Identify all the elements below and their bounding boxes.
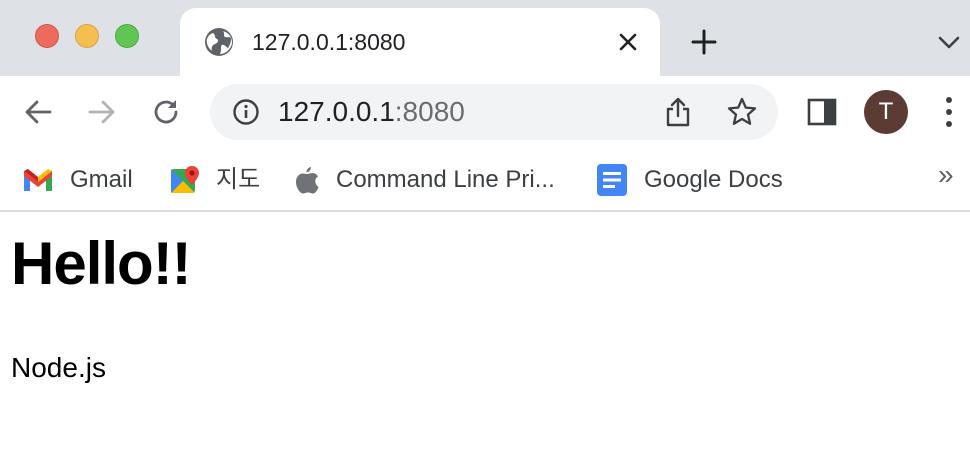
bookmarks-bar: Gmail 지도 Command Line Pri... Google Docs… xyxy=(0,148,970,212)
apple-icon xyxy=(296,167,319,194)
more-menu-icon[interactable] xyxy=(942,94,956,130)
info-icon[interactable] xyxy=(232,98,260,126)
chevron-down-icon[interactable] xyxy=(936,31,962,53)
url-port: :8080 xyxy=(394,96,465,127)
window-maximize-button[interactable] xyxy=(115,24,139,48)
bookmark-command-line[interactable]: Command Line Pri... xyxy=(294,162,555,198)
page-paragraph: Node.js xyxy=(11,352,106,383)
page-heading: Hello!! xyxy=(11,230,192,297)
browser-toolbar: 127.0.0.1:8080 T xyxy=(0,76,970,148)
bookmark-label: Google Docs xyxy=(644,166,783,193)
bookmarks-overflow-button[interactable]: » xyxy=(938,160,954,190)
url-text[interactable]: 127.0.0.1:8080 xyxy=(278,97,465,127)
share-icon[interactable] xyxy=(664,96,692,128)
bookmark-label: Gmail xyxy=(70,166,133,193)
active-tab[interactable]: 127.0.0.1:8080 xyxy=(180,8,660,76)
tab-strip: 127.0.0.1:8080 xyxy=(0,0,970,76)
gmail-icon xyxy=(24,169,52,191)
window-minimize-button[interactable] xyxy=(75,24,99,48)
page-content: Hello!! Node.js xyxy=(0,214,970,476)
url-host: 127.0.0.1 xyxy=(278,96,395,127)
reload-icon[interactable] xyxy=(150,96,182,128)
window-close-button[interactable] xyxy=(35,24,59,48)
bookmark-maps[interactable]: 지도 xyxy=(170,162,260,198)
maps-icon xyxy=(171,166,199,193)
new-tab-plus-icon[interactable] xyxy=(688,26,720,58)
bookmark-google-docs[interactable]: Google Docs xyxy=(596,162,783,198)
globe-icon xyxy=(205,28,233,56)
tab-title: 127.0.0.1:8080 xyxy=(252,29,406,55)
side-panel-icon[interactable] xyxy=(806,96,838,128)
back-arrow-icon[interactable] xyxy=(22,96,54,128)
docs-icon xyxy=(597,164,627,196)
address-bar[interactable]: 127.0.0.1:8080 xyxy=(210,84,778,140)
profile-avatar[interactable]: T xyxy=(864,90,908,134)
bookmark-gmail[interactable]: Gmail xyxy=(22,162,133,198)
bookmark-label: 지도 xyxy=(216,166,261,193)
bookmark-label: Command Line Pri... xyxy=(336,166,555,193)
close-icon[interactable] xyxy=(614,28,642,56)
bookmark-star-icon[interactable] xyxy=(726,96,758,128)
forward-arrow-icon[interactable] xyxy=(86,96,118,128)
